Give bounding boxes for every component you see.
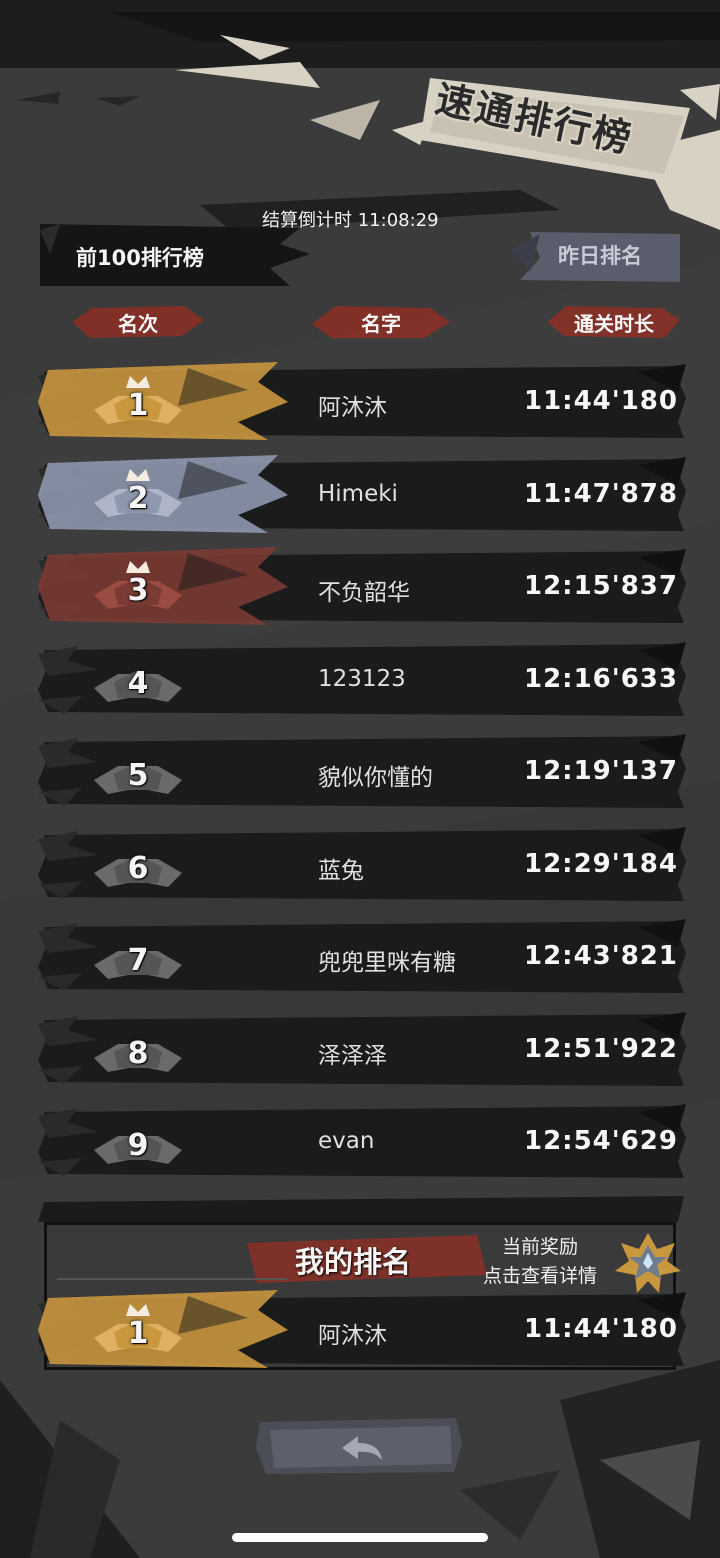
ranking-row: 3 不负韶华 12:15'837 (38, 547, 686, 627)
rank-number: 7 (127, 943, 149, 978)
player-name: Himeki (318, 480, 398, 507)
ranking-row: 2 Himeki 11:47'878 (38, 454, 686, 535)
rank-number: 6 (127, 850, 149, 886)
player-name: evan (318, 1128, 375, 1154)
reward-detail-hint: 点击查看详情 (483, 1265, 598, 1287)
rank-number: 8 (127, 1035, 149, 1071)
clear-time: 11:44'180 (524, 386, 678, 416)
crown-icon (126, 468, 150, 481)
rank-badge: 2 (88, 463, 188, 529)
clear-time: 12:51'922 (524, 1033, 678, 1064)
rank-number: 1 (127, 1316, 149, 1351)
player-name: 貌似你懂的 (318, 765, 433, 791)
top100-board-title: 前100排行榜 (76, 246, 204, 270)
clear-time: 11:47'878 (524, 478, 678, 509)
ranking-row-partial (38, 1196, 686, 1222)
player-name: 兜兜里咪有糖 (318, 950, 456, 976)
yesterday-ranking-button[interactable]: 昨日排名 (520, 232, 680, 278)
rank-number: 4 (127, 665, 149, 701)
column-header-rank: 名次 (72, 302, 204, 342)
ranking-row: 4 123123 12:16'633 (38, 640, 686, 720)
clear-time: 12:43'821 (524, 941, 678, 971)
rank-number: 9 (127, 1128, 149, 1163)
crown-icon (126, 561, 150, 573)
ranking-row: 6 蓝兔 12:29'184 (38, 825, 686, 905)
rank-badge: 1 (88, 1298, 188, 1364)
clear-time: 12:16'633 (524, 663, 678, 694)
rank-number: 1 (127, 388, 149, 423)
clear-time: 12:15'837 (524, 571, 678, 601)
crown-icon (126, 1304, 150, 1316)
home-indicator (232, 1533, 488, 1542)
rank-badge: 9 (88, 1110, 188, 1176)
rank-badge: 3 (88, 555, 188, 621)
rank-badge: 1 (88, 370, 188, 436)
crown-icon (126, 376, 150, 388)
ranking-row: 7 兜兜里咪有糖 12:43'821 (38, 917, 686, 997)
clear-time: 12:29'184 (524, 848, 678, 879)
column-header-time: 通关时长 (548, 302, 680, 342)
ranking-row: 9 evan 12:54'629 (38, 1102, 686, 1182)
my-ranking-row: 1 阿沐沐 11:44'180 (38, 1290, 686, 1370)
column-rank-label: 名次 (118, 311, 158, 336)
column-time-label: 通关时长 (574, 311, 654, 336)
player-name: 阿沐沐 (318, 395, 387, 421)
my-ranking-title: 我的排名 (295, 1245, 412, 1279)
player-name: 不负韶华 (318, 580, 410, 606)
column-name-label: 名字 (361, 311, 401, 336)
leaderboard-header: 前100排行榜 昨日排名 (40, 224, 680, 286)
ranking-row: 5 貌似你懂的 12:19'137 (38, 732, 686, 812)
reward-medal-icon[interactable] (613, 1229, 683, 1299)
player-name: 泽泽泽 (318, 1042, 387, 1069)
player-name: 蓝兔 (318, 857, 364, 884)
rank-number: 5 (127, 758, 149, 793)
ranking-row: 8 泽泽泽 12:51'922 (38, 1010, 686, 1090)
rank-badge: 4 (88, 648, 188, 714)
rank-badge: 5 (88, 740, 188, 806)
column-header-name: 名字 (312, 302, 450, 342)
clear-time: 11:44'180 (524, 1314, 678, 1344)
rank-number: 3 (127, 573, 149, 608)
current-reward-link[interactable]: 当前奖励 点击查看详情 (483, 1233, 597, 1291)
rank-number: 2 (127, 480, 149, 516)
clear-time: 12:54'629 (524, 1126, 678, 1156)
reward-label: 当前奖励 (502, 1236, 579, 1258)
rank-badge: 7 (88, 925, 188, 991)
player-name: 阿沐沐 (318, 1323, 387, 1349)
back-button[interactable] (256, 1414, 464, 1478)
rank-badge: 8 (88, 1018, 188, 1084)
ranking-row: 1 阿沐沐 11:44'180 (38, 362, 686, 442)
clear-time: 12:19'137 (524, 756, 678, 786)
player-name: 123123 (318, 665, 406, 692)
rank-badge: 6 (88, 833, 188, 899)
